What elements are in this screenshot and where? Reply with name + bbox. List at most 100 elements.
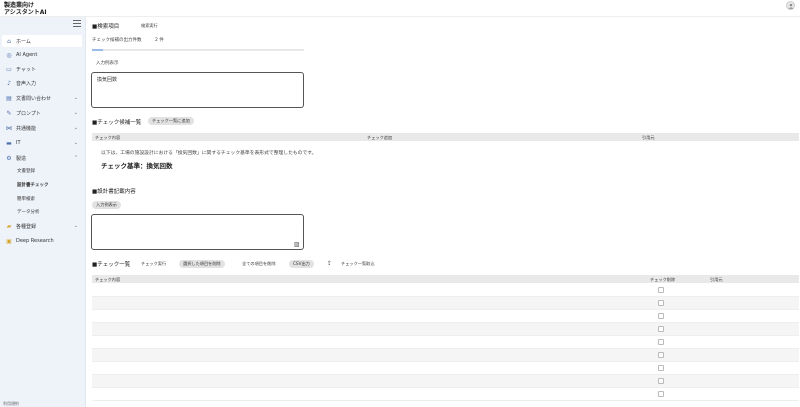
- checklist-table-header: チェック内容 チェック削除 引用元: [92, 275, 799, 283]
- sidebar-item-label: チャット: [16, 66, 36, 73]
- sidebar-sub-data-analysis[interactable]: データ分析: [17, 207, 40, 217]
- image-attach-icon[interactable]: ▨: [294, 241, 300, 248]
- table-row: [92, 336, 799, 349]
- candidate-criterion: チェック基準：換気回数: [101, 162, 173, 170]
- sidebar-sub-doc-register[interactable]: 文書登録: [17, 166, 35, 176]
- search-input[interactable]: 換気回数: [91, 72, 304, 108]
- table-row: [92, 375, 799, 388]
- input-example-label[interactable]: 入力例表示: [96, 60, 119, 66]
- csv-export-button[interactable]: CSV出力: [289, 260, 314, 268]
- table-row: [92, 284, 799, 297]
- output-count-value[interactable]: 2 件: [155, 37, 164, 43]
- output-count-slider[interactable]: [92, 49, 304, 51]
- sidebar-item-label: プロンプト: [16, 110, 41, 117]
- row-checkbox[interactable]: [658, 300, 664, 306]
- delete-selected-button[interactable]: 選択した項目を削除: [179, 260, 225, 268]
- candidates-section-title: ■チェック候補一覧: [92, 120, 142, 126]
- sidebar-sub-design-check[interactable]: 設計書チェック: [17, 180, 49, 190]
- top-bar: 製造業向け アシスタントAI: [0, 0, 800, 17]
- upload-icon[interactable]: ⇪: [327, 260, 332, 267]
- sidebar-item-label: 音声入力: [16, 80, 37, 87]
- sidebar-item-chat[interactable]: ▭ チャット: [2, 63, 82, 75]
- checklist-section-title: ■チェック一覧: [92, 262, 131, 268]
- row-checkbox[interactable]: [658, 339, 664, 345]
- pen-icon: ✎: [6, 109, 12, 117]
- sidebar-item-label: 共通機能: [16, 125, 37, 132]
- sidebar-item-manufacturing[interactable]: ⚙ 製造 ⌃: [2, 152, 82, 164]
- column-header: チェック内容: [95, 276, 121, 282]
- search-run-button[interactable]: 検索実行: [137, 22, 162, 30]
- home-icon: ⌂: [7, 37, 11, 45]
- run-check-button[interactable]: チェック実行: [137, 260, 170, 268]
- row-checkbox[interactable]: [658, 287, 664, 293]
- brand-line-2: アシスタントAI: [4, 9, 47, 16]
- sidebar-sub-simple-search[interactable]: 簡単検索: [17, 194, 35, 204]
- main-content: ■検索項目 検索実行 チェック候補の出力件数 2 件 入力例表示 換気回数 ■チ…: [87, 17, 800, 407]
- sidebar-item-prompt[interactable]: ✎ プロンプト ⌄: [2, 107, 82, 119]
- brand-line-1: 製造業向け: [4, 2, 35, 9]
- sidebar-item-voice[interactable]: ♪ 音声入力: [2, 77, 82, 89]
- table-row: [92, 310, 799, 323]
- row-checkbox[interactable]: [658, 313, 664, 319]
- row-checkbox[interactable]: [658, 391, 664, 397]
- candidate-description: 以下は、工場の施設設計における「換気回数」に関するチェック基準を表形式で整理した…: [101, 151, 317, 156]
- sidebar-item-it[interactable]: ▬ IT ⌄: [2, 137, 82, 149]
- menu-toggle-icon[interactable]: [73, 20, 81, 27]
- sidebar-item-registration[interactable]: ▰ 各種登録 ⌄: [2, 220, 82, 232]
- table-row: [92, 388, 799, 401]
- column-header: チェック削除: [650, 276, 676, 282]
- chevron-down-icon: ⌄: [73, 110, 78, 116]
- sidebar-item-ai-agent[interactable]: ◎ AI Agent: [2, 49, 82, 61]
- output-count-label: チェック候補の出力件数: [92, 38, 142, 43]
- candidates-table-header: チェック内容 チェック追加 引用元: [92, 133, 799, 141]
- sidebar-item-label: 文書問い合わせ: [16, 95, 52, 102]
- terms-link[interactable]: 利用規約: [3, 401, 19, 407]
- factory-icon: ⚙: [6, 154, 12, 162]
- chevron-down-icon: ⌄: [73, 140, 78, 146]
- sidebar-item-label: Deep Research: [16, 238, 54, 244]
- sidebar-item-home[interactable]: ⌂ ホーム: [2, 35, 82, 47]
- share-icon: ⋈: [6, 124, 12, 132]
- sidebar-item-deep-research[interactable]: ▣ Deep Research: [2, 235, 82, 247]
- monitor-icon: ▬: [6, 139, 12, 147]
- row-checkbox[interactable]: [658, 326, 664, 332]
- row-checkbox[interactable]: [658, 365, 664, 371]
- column-header: 引用元: [710, 276, 723, 282]
- document-icon: ▤: [6, 94, 12, 102]
- sidebar-item-label: 製造: [16, 155, 27, 162]
- user-avatar[interactable]: [786, 1, 795, 10]
- column-header: チェック内容: [95, 134, 121, 140]
- folder-icon: ▰: [6, 222, 12, 230]
- table-row: [92, 297, 799, 310]
- table-row: [92, 349, 799, 362]
- sidebar-item-label: IT: [16, 140, 21, 146]
- sidebar-item-label: 各種登録: [16, 223, 37, 230]
- column-header: チェック追加: [367, 134, 393, 140]
- design-input-example-button[interactable]: 入力例表示: [92, 201, 121, 209]
- design-input[interactable]: ▨: [91, 214, 304, 250]
- table-row: [92, 323, 799, 336]
- chevron-down-icon: ⌄: [73, 95, 78, 101]
- book-icon: ▣: [6, 237, 12, 245]
- chat-icon: ▭: [6, 65, 12, 73]
- sidebar-item-common[interactable]: ⋈ 共通機能 ⌄: [2, 122, 82, 134]
- add-to-checklist-button[interactable]: チェック一覧に追加: [148, 117, 194, 125]
- row-checkbox[interactable]: [658, 352, 664, 358]
- chevron-down-icon: ⌄: [73, 223, 78, 229]
- design-section-title: ■設計書記載内容: [92, 189, 136, 195]
- search-input-value: 換気回数: [97, 77, 118, 83]
- chevron-down-icon: ⌄: [73, 125, 78, 131]
- sidebar-item-doc-query[interactable]: ▤ 文書問い合わせ ⌄: [2, 92, 82, 104]
- user-icon: [788, 3, 793, 9]
- chevron-up-icon: ⌃: [73, 155, 78, 161]
- sidebar-item-label: ホーム: [16, 38, 31, 45]
- column-header: 引用元: [642, 134, 655, 140]
- sidebar-item-label: AI Agent: [16, 52, 38, 58]
- app-brand: 製造業向け アシスタントAI: [4, 2, 47, 16]
- delete-all-button[interactable]: 全ての項目を削除: [238, 260, 280, 268]
- table-row: [92, 362, 799, 375]
- mic-icon: ♪: [7, 79, 11, 87]
- robot-icon: ◎: [6, 51, 12, 59]
- import-checklist-button[interactable]: チェック一覧取込: [337, 260, 379, 268]
- row-checkbox[interactable]: [658, 378, 664, 384]
